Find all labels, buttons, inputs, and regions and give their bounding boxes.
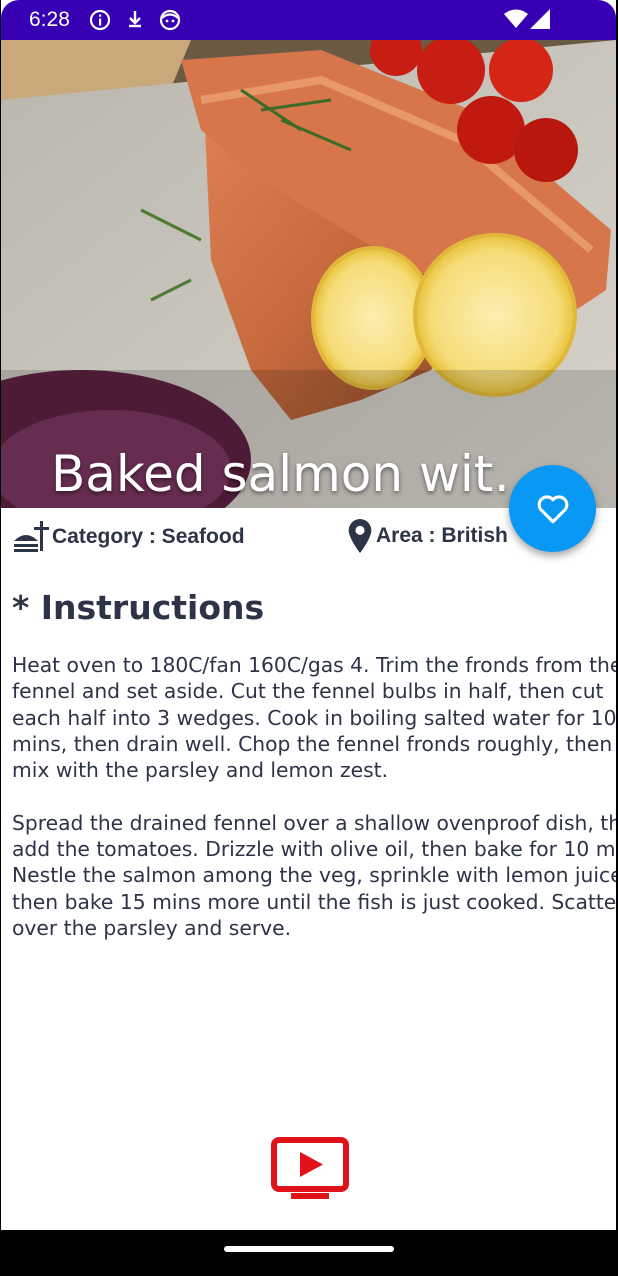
area-info: Area : British xyxy=(346,519,508,553)
navigation-bar xyxy=(0,1230,618,1276)
wifi-icon xyxy=(504,9,528,28)
instructions-heading: * Instructions xyxy=(12,588,265,627)
status-bar: 6:28 xyxy=(1,0,616,40)
category-label: Category : Seafood xyxy=(52,525,245,548)
info-icon xyxy=(89,9,111,31)
recipe-meta-row: Category : Seafood Area : British xyxy=(1,519,616,559)
category-info: Category : Seafood xyxy=(12,519,245,555)
status-time: 6:28 xyxy=(29,8,70,31)
recipe-title: Baked salmon with fennel & tomatoes xyxy=(51,445,571,503)
fastfood-icon xyxy=(14,521,49,552)
salmon-photo xyxy=(1,40,616,508)
location-pin-icon xyxy=(348,519,372,553)
recipe-hero-image: Baked salmon with fennel & tomatoes xyxy=(1,40,616,508)
signal-icon xyxy=(530,9,550,29)
home-gesture-handle[interactable] xyxy=(224,1246,394,1252)
area-label: Area : British xyxy=(376,524,508,547)
face-icon xyxy=(159,9,181,31)
recipe-detail-screen: 6:28 Baked salmon with Category: Seafoo… xyxy=(1,0,616,1230)
download-icon xyxy=(129,11,141,28)
instructions-text: Heat oven to 180C/fan 160C/gas 4. Trim t… xyxy=(12,653,616,940)
youtube-tv-icon[interactable] xyxy=(271,1137,349,1200)
